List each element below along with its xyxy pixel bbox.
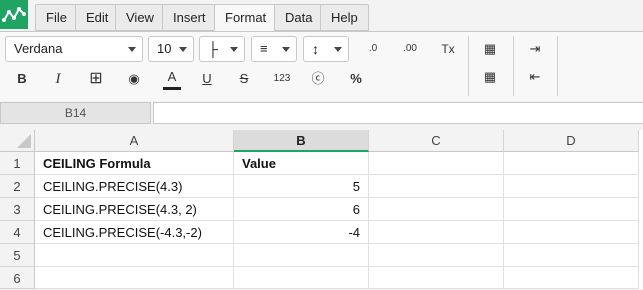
italic-icon: I [55,71,61,87]
cell-a1[interactable]: CEILING Formula [35,152,234,175]
cell-b1[interactable]: Value [234,152,369,175]
indent-icon: ⇥ [529,41,541,56]
toolbar-divider [513,36,514,96]
row-header[interactable]: 1 [0,152,35,175]
menu-file[interactable]: File [35,4,78,31]
menu-data[interactable]: Data [274,4,324,31]
valign-select[interactable]: ↕ [303,36,349,62]
borders-icon: ├ [208,41,218,57]
row-header[interactable]: 5 [0,244,35,267]
outdent-button[interactable]: ⇤ [523,66,547,88]
cell-c6[interactable] [369,267,504,289]
menu-help[interactable]: Help [320,4,369,31]
borders-button[interactable]: ⊞ [84,68,108,90]
cell-d5[interactable] [504,244,639,267]
text-color-button[interactable]: A [160,66,184,90]
row-header[interactable]: 3 [0,198,35,221]
fill-drip-icon: ◉ [128,71,140,86]
number-format-icon: 123 [273,73,291,84]
app-logo-icon [0,0,28,29]
strikethrough-icon: S [239,71,249,86]
chevron-down-icon [230,47,238,52]
cell-d2[interactable] [504,175,639,198]
bold-button[interactable]: B [10,68,34,90]
text-color-swatch [163,87,181,90]
bold-icon: B [17,71,27,86]
outdent-icon: ⇤ [529,69,541,84]
column-header-c[interactable]: C [369,130,504,152]
chevron-down-icon [334,47,342,52]
percent-button[interactable]: % [344,68,368,90]
fill-color-button[interactable]: ◉ [122,68,146,90]
menu-insert[interactable]: Insert [162,4,217,31]
font-family-select[interactable]: Verdana [5,36,143,62]
align-left-icon: ≡ [260,41,268,56]
indent-button[interactable]: ⇥ [523,38,547,60]
cell-b2[interactable]: 5 [234,175,369,198]
increase-decimal-button[interactable]: .00 [398,38,422,60]
increase-decimal-icon: .00 [403,43,417,54]
cell-a6[interactable] [35,267,234,289]
select-all-corner[interactable] [0,130,35,152]
percent-icon: % [350,71,362,86]
cell-a3[interactable]: CEILING.PRECISE(4.3, 2) [35,198,234,221]
column-header-b[interactable]: B [234,130,369,152]
cell-b6[interactable] [234,267,369,289]
decrease-decimal-icon: .0 [368,43,378,54]
cell-c3[interactable] [369,198,504,221]
row-header[interactable]: 2 [0,175,35,198]
grid-button[interactable]: ▦ [478,66,502,88]
cell-c5[interactable] [369,244,504,267]
cell-d1[interactable] [504,152,639,175]
menu-view[interactable]: View [115,4,165,31]
cell-d4[interactable] [504,221,639,244]
menu-format[interactable]: Format [214,4,278,31]
column-header-a[interactable]: A [35,130,234,152]
menu-edit[interactable]: Edit [75,4,120,31]
cell-b5[interactable] [234,244,369,267]
underline-icon: U [202,71,212,86]
table-icon: ▦ [483,41,497,56]
cell-b3[interactable]: 6 [234,198,369,221]
text-color-icon: A [167,69,177,84]
decrease-decimal-button[interactable]: .0 [361,38,385,60]
cell-d6[interactable] [504,267,639,289]
cell-reference-box[interactable]: B14 [0,102,151,124]
formula-input[interactable] [153,102,643,124]
grid-icon: ▦ [483,69,497,84]
align-select[interactable]: ≡ [251,36,297,62]
column-header-d[interactable]: D [504,130,639,152]
currency-button[interactable]: ⓒ [306,68,330,90]
chevron-down-icon [128,47,136,52]
row-header[interactable]: 6 [0,267,35,289]
chevron-down-icon [282,47,290,52]
cell-c4[interactable] [369,221,504,244]
cell-c2[interactable] [369,175,504,198]
border-all-icon: ⊞ [89,70,103,87]
table-button[interactable]: ▦ [478,38,502,60]
font-family-value: Verdana [14,41,63,56]
italic-button[interactable]: I [46,68,70,90]
number-format-button[interactable]: 123 [270,68,294,90]
cell-a2[interactable]: CEILING.PRECISE(4.3) [35,175,234,198]
toolbar-divider [468,36,469,96]
borders-select[interactable]: ├ [199,36,245,62]
clear-format-icon: Tx [441,42,455,56]
cell-c1[interactable] [369,152,504,175]
cell-a4[interactable]: CEILING.PRECISE(-4.3,-2) [35,221,234,244]
vertical-align-icon: ↕ [312,41,319,57]
toolbar-divider [557,36,558,96]
clear-format-button[interactable]: Tx [436,38,460,60]
cell-b4[interactable]: -4 [234,221,369,244]
font-size-select[interactable]: 10 [148,36,194,62]
cell-d3[interactable] [504,198,639,221]
chevron-down-icon [179,47,187,52]
strikethrough-button[interactable]: S [232,68,256,90]
cell-a5[interactable] [35,244,234,267]
font-size-value: 10 [157,41,172,56]
row-header[interactable]: 4 [0,221,35,244]
currency-icon: ⓒ [311,71,325,86]
underline-button[interactable]: U [195,68,219,90]
